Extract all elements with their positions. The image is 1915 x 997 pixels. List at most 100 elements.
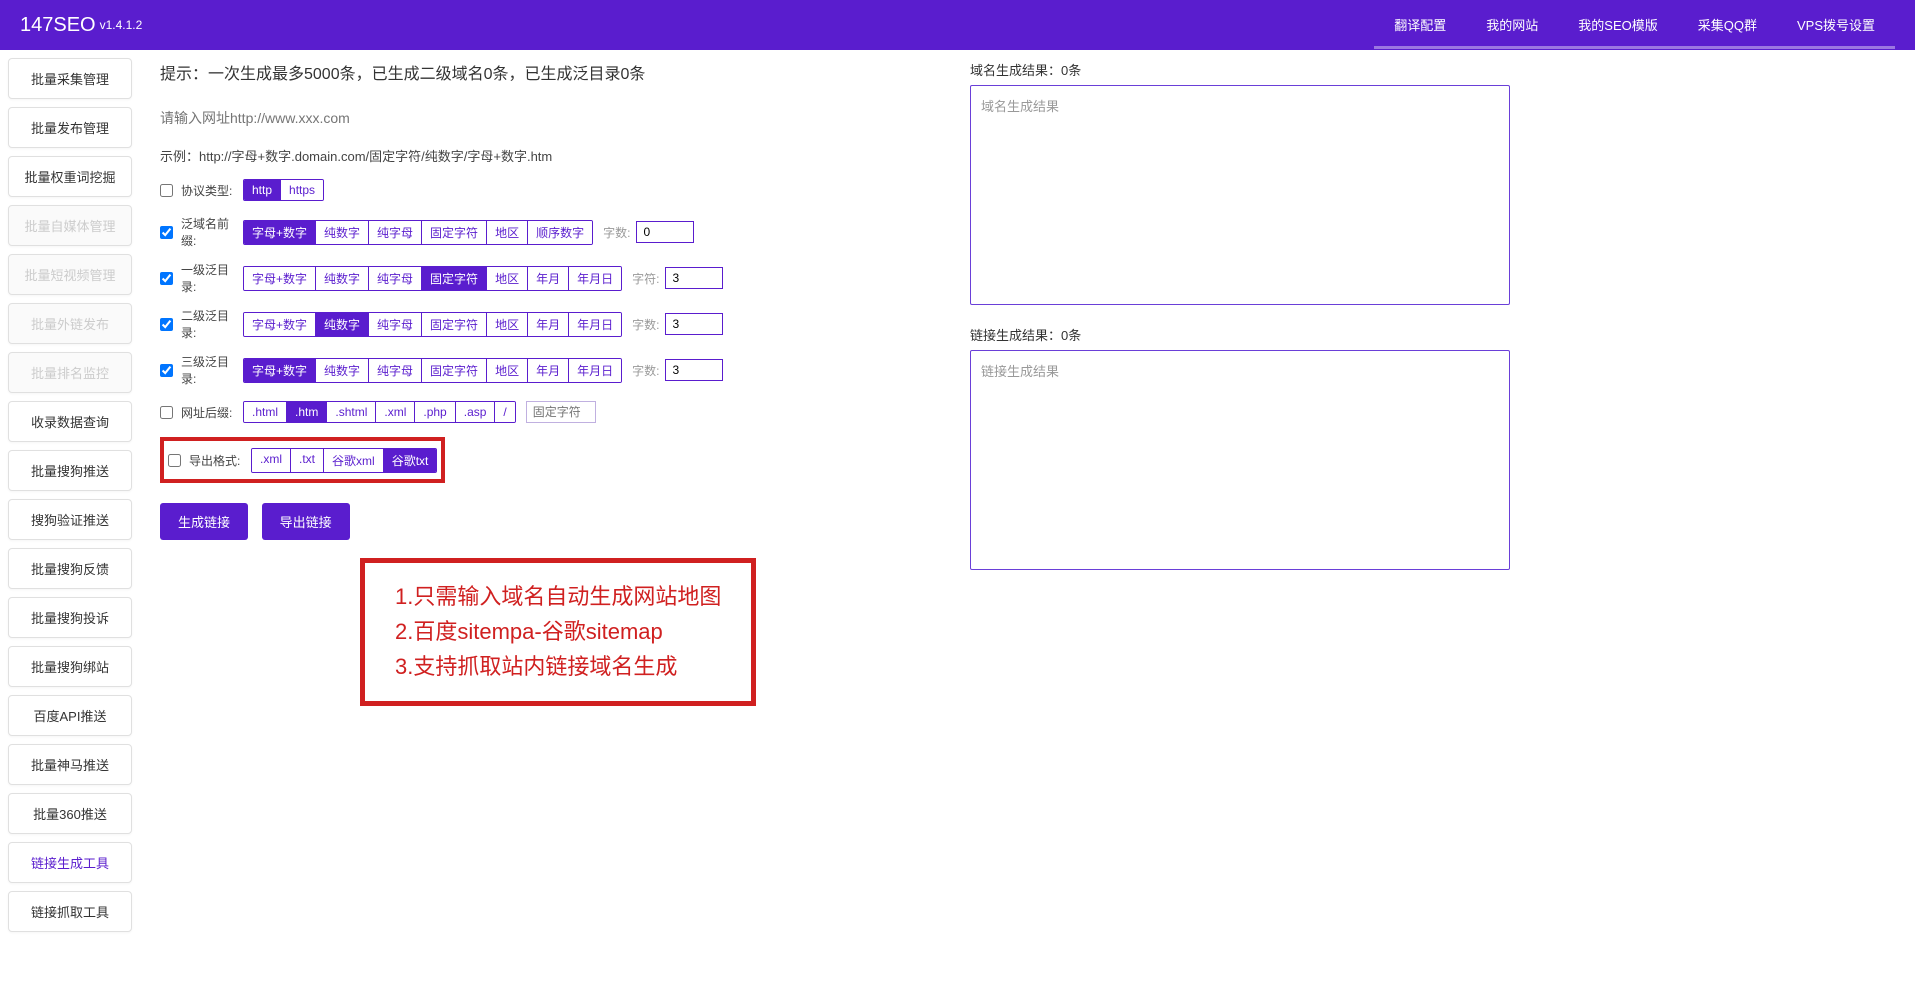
option-button[interactable]: 年月日 bbox=[569, 313, 621, 336]
count-input[interactable] bbox=[665, 359, 723, 381]
option-button[interactable]: .shtml bbox=[327, 402, 376, 422]
option-button[interactable]: 地区 bbox=[487, 313, 528, 336]
row-label: 一级泛目录: bbox=[181, 261, 243, 295]
link-result-box[interactable]: 链接生成结果 bbox=[970, 350, 1510, 570]
nav-item[interactable]: 采集QQ群 bbox=[1678, 1, 1777, 49]
sidebar-item[interactable]: 搜狗验证推送 bbox=[8, 499, 132, 540]
export-button[interactable]: 导出链接 bbox=[262, 503, 350, 540]
sidebar-item[interactable]: 批量搜狗反馈 bbox=[8, 548, 132, 589]
sidebar-item[interactable]: 批量发布管理 bbox=[8, 107, 132, 148]
option-button[interactable]: 纯字母 bbox=[369, 221, 422, 244]
link-result-title: 链接生成结果：0条 bbox=[970, 325, 1510, 344]
option-button[interactable]: 字母+数字 bbox=[244, 359, 316, 382]
url-input[interactable] bbox=[160, 104, 940, 132]
option-button[interactable]: 字母+数字 bbox=[244, 313, 316, 336]
option-button[interactable]: 年月日 bbox=[569, 267, 621, 290]
option-button[interactable]: .xml bbox=[252, 449, 291, 472]
brand-version: v1.4.1.2 bbox=[100, 18, 143, 32]
sidebar-item[interactable]: 批量360推送 bbox=[8, 793, 132, 834]
option-button[interactable]: 纯字母 bbox=[369, 313, 422, 336]
option-row-protocol: 协议类型:httphttps bbox=[160, 177, 940, 203]
option-button[interactable]: 纯数字 bbox=[316, 221, 369, 244]
row-label: 泛域名前缀: bbox=[181, 215, 243, 249]
option-button[interactable]: 年月 bbox=[528, 313, 569, 336]
option-button[interactable]: .txt bbox=[291, 449, 324, 472]
option-button[interactable]: 地区 bbox=[487, 267, 528, 290]
nav-item[interactable]: 我的网站 bbox=[1466, 1, 1558, 49]
option-button[interactable]: / bbox=[495, 402, 514, 422]
option-button[interactable]: 固定字符 bbox=[422, 313, 487, 336]
option-button[interactable]: https bbox=[281, 180, 323, 200]
sidebar-item[interactable]: 批量搜狗投诉 bbox=[8, 597, 132, 638]
nav-item[interactable]: 我的SEO模版 bbox=[1558, 1, 1677, 49]
option-button[interactable]: 谷歌xml bbox=[324, 449, 384, 472]
domain-result-box[interactable]: 域名生成结果 bbox=[970, 85, 1510, 305]
sidebar-item[interactable]: 批量自媒体管理 bbox=[8, 205, 132, 246]
sidebar-item[interactable]: 批量权重词挖掘 bbox=[8, 156, 132, 197]
option-button[interactable]: 年月 bbox=[528, 359, 569, 382]
suffix-input[interactable] bbox=[526, 401, 596, 423]
option-row-suffix: 网址后缀:.html.htm.shtml.xml.php.asp/ bbox=[160, 399, 940, 425]
option-button[interactable]: 顺序数字 bbox=[528, 221, 592, 244]
brand: 147SEO bbox=[20, 14, 96, 37]
note-line: 1.只需输入域名自动生成网站地图 bbox=[395, 579, 721, 614]
option-button[interactable]: 纯数字 bbox=[316, 313, 369, 336]
option-group: .xml.txt谷歌xml谷歌txt bbox=[251, 448, 437, 473]
tip-line: 提示：一次生成最多5000条，已生成二级域名0条，已生成泛目录0条 bbox=[160, 60, 940, 84]
option-button[interactable]: 固定字符 bbox=[422, 359, 487, 382]
row-checkbox[interactable] bbox=[168, 454, 181, 467]
sidebar-item[interactable]: 链接抓取工具 bbox=[8, 891, 132, 932]
row-checkbox[interactable] bbox=[160, 226, 173, 239]
nav-right: 翻译配置我的网站我的SEO模版采集QQ群VPS拨号设置 bbox=[1374, 1, 1895, 49]
sidebar-item[interactable]: 批量采集管理 bbox=[8, 58, 132, 99]
export-highlight-box: 导出格式:.xml.txt谷歌xml谷歌txt bbox=[160, 437, 445, 483]
option-button[interactable]: 地区 bbox=[487, 359, 528, 382]
count-input[interactable] bbox=[636, 221, 694, 243]
sidebar-item[interactable]: 批量排名监控 bbox=[8, 352, 132, 393]
option-button[interactable]: 年月日 bbox=[569, 359, 621, 382]
row-label: 导出格式: bbox=[189, 452, 251, 469]
option-button[interactable]: .php bbox=[415, 402, 455, 422]
row-checkbox[interactable] bbox=[160, 318, 173, 331]
example-text: 示例：http://字母+数字.domain.com/固定字符/纯数字/字母+数… bbox=[160, 146, 940, 165]
option-button[interactable]: 字母+数字 bbox=[244, 221, 316, 244]
count-label: 字数: bbox=[632, 316, 659, 333]
sidebar-item[interactable]: 批量神马推送 bbox=[8, 744, 132, 785]
sidebar-item[interactable]: 百度API推送 bbox=[8, 695, 132, 736]
sidebar-item[interactable]: 批量搜狗推送 bbox=[8, 450, 132, 491]
nav-item[interactable]: 翻译配置 bbox=[1374, 1, 1466, 49]
option-button[interactable]: .asp bbox=[456, 402, 496, 422]
option-button[interactable]: 字母+数字 bbox=[244, 267, 316, 290]
top-bar: 147SEO v1.4.1.2 翻译配置我的网站我的SEO模版采集QQ群VPS拨… bbox=[0, 0, 1915, 50]
option-button[interactable]: .html bbox=[244, 402, 287, 422]
option-row-prefix: 泛域名前缀:字母+数字纯数字纯字母固定字符地区顺序数字字数: bbox=[160, 215, 940, 249]
option-button[interactable]: 固定字符 bbox=[422, 221, 487, 244]
option-button[interactable]: .xml bbox=[376, 402, 415, 422]
domain-result-title: 域名生成结果：0条 bbox=[970, 60, 1510, 79]
option-button[interactable]: 年月 bbox=[528, 267, 569, 290]
nav-item[interactable]: VPS拨号设置 bbox=[1777, 1, 1895, 49]
option-button[interactable]: 纯字母 bbox=[369, 267, 422, 290]
sidebar-item[interactable]: 批量搜狗绑站 bbox=[8, 646, 132, 687]
sidebar-item[interactable]: 批量外链发布 bbox=[8, 303, 132, 344]
row-checkbox[interactable] bbox=[160, 364, 173, 377]
generate-button[interactable]: 生成链接 bbox=[160, 503, 248, 540]
row-checkbox[interactable] bbox=[160, 406, 173, 419]
option-button[interactable]: .htm bbox=[287, 402, 327, 422]
option-button[interactable]: 纯数字 bbox=[316, 359, 369, 382]
row-checkbox[interactable] bbox=[160, 184, 173, 197]
sidebar-item[interactable]: 收录数据查询 bbox=[8, 401, 132, 442]
option-button[interactable]: 纯字母 bbox=[369, 359, 422, 382]
option-button[interactable]: 固定字符 bbox=[422, 267, 487, 290]
sidebar-item[interactable]: 链接生成工具 bbox=[8, 842, 132, 883]
option-button[interactable]: 纯数字 bbox=[316, 267, 369, 290]
option-button[interactable]: 地区 bbox=[487, 221, 528, 244]
option-row-dir1: 一级泛目录:字母+数字纯数字纯字母固定字符地区年月年月日字符: bbox=[160, 261, 940, 295]
count-input[interactable] bbox=[665, 313, 723, 335]
count-input[interactable] bbox=[665, 267, 723, 289]
row-checkbox[interactable] bbox=[160, 272, 173, 285]
option-button[interactable]: 谷歌txt bbox=[384, 449, 437, 472]
option-button[interactable]: http bbox=[244, 180, 281, 200]
sidebar-item[interactable]: 批量短视频管理 bbox=[8, 254, 132, 295]
count-label: 字符: bbox=[632, 270, 659, 287]
